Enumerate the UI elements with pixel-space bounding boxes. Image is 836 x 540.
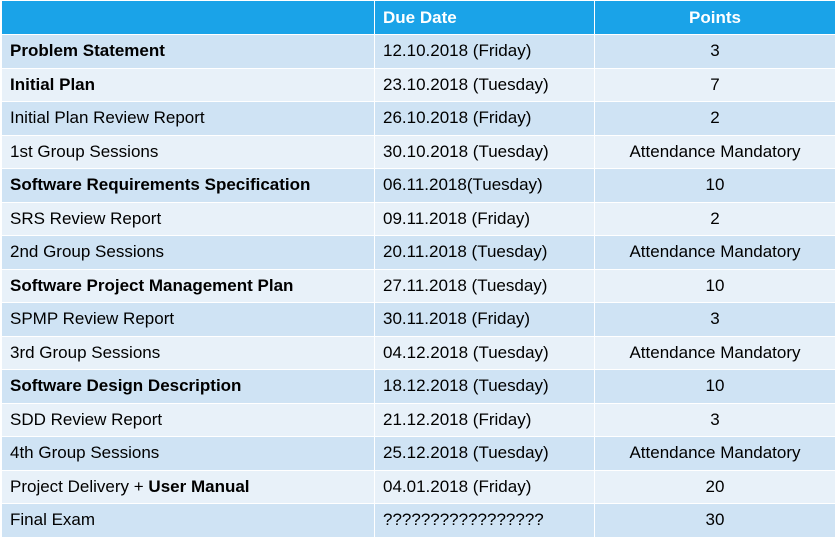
task-cell: Problem Statement — [1, 34, 375, 69]
points-cell: 20 — [594, 469, 836, 504]
header-task — [1, 0, 375, 35]
due-date-cell: 04.12.2018 (Tuesday) — [374, 335, 595, 370]
task-cell: Project Delivery + User Manual — [1, 469, 375, 504]
task-cell: Final Exam — [1, 503, 375, 538]
task-cell: 3rd Group Sessions — [1, 335, 375, 370]
table-row: Software Requirements Specification 06.1… — [1, 168, 836, 203]
points-cell: 2 — [594, 201, 836, 236]
task-cell: 1st Group Sessions — [1, 134, 375, 169]
points-cell: 7 — [594, 67, 836, 102]
points-cell: 3 — [594, 402, 836, 437]
task-cell: Software Design Description — [1, 369, 375, 404]
table-row: Initial Plan Review Report 26.10.2018 (F… — [1, 101, 836, 136]
due-date-cell: 27.11.2018 (Tuesday) — [374, 268, 595, 303]
points-cell: 30 — [594, 503, 836, 538]
table-row: Initial Plan 23.10.2018 (Tuesday) 7 — [1, 67, 836, 102]
due-date-cell: 30.11.2018 (Friday) — [374, 302, 595, 337]
task-bold-part: User Manual — [148, 476, 250, 496]
points-cell: 3 — [594, 302, 836, 337]
due-date-cell: 09.11.2018 (Friday) — [374, 201, 595, 236]
points-cell: Attendance Mandatory — [594, 335, 836, 370]
table-row: Problem Statement 12.10.2018 (Friday) 3 — [1, 34, 836, 69]
due-date-cell: ????????????????? — [374, 503, 595, 538]
task-cell: Software Requirements Specification — [1, 168, 375, 203]
table-row: 4th Group Sessions 25.12.2018 (Tuesday) … — [1, 436, 836, 471]
schedule-table: Due Date Points Problem Statement 12.10.… — [1, 0, 836, 538]
points-cell: 2 — [594, 101, 836, 136]
task-cell: Initial Plan — [1, 67, 375, 102]
task-cell: 2nd Group Sessions — [1, 235, 375, 270]
due-date-cell: 18.12.2018 (Tuesday) — [374, 369, 595, 404]
table-row: 3rd Group Sessions 04.12.2018 (Tuesday) … — [1, 335, 836, 370]
table-row: Software Project Management Plan 27.11.2… — [1, 268, 836, 303]
due-date-cell: 04.01.2018 (Friday) — [374, 469, 595, 504]
due-date-cell: 25.12.2018 (Tuesday) — [374, 436, 595, 471]
task-cell: SPMP Review Report — [1, 302, 375, 337]
table-body: Problem Statement 12.10.2018 (Friday) 3 … — [1, 34, 836, 538]
due-date-cell: 20.11.2018 (Tuesday) — [374, 235, 595, 270]
table-row: SDD Review Report 21.12.2018 (Friday) 3 — [1, 402, 836, 437]
task-cell: Initial Plan Review Report — [1, 101, 375, 136]
table-row: 2nd Group Sessions 20.11.2018 (Tuesday) … — [1, 235, 836, 270]
due-date-cell: 26.10.2018 (Friday) — [374, 101, 595, 136]
points-cell: 3 — [594, 34, 836, 69]
points-cell: Attendance Mandatory — [594, 134, 836, 169]
points-cell: 10 — [594, 369, 836, 404]
task-prefix: Project Delivery + — [10, 476, 149, 496]
due-date-cell: 23.10.2018 (Tuesday) — [374, 67, 595, 102]
due-date-cell: 30.10.2018 (Tuesday) — [374, 134, 595, 169]
points-cell: Attendance Mandatory — [594, 436, 836, 471]
header-due-date: Due Date — [374, 0, 595, 35]
due-date-cell: 06.11.2018(Tuesday) — [374, 168, 595, 203]
task-cell: SDD Review Report — [1, 402, 375, 437]
task-cell: Software Project Management Plan — [1, 268, 375, 303]
table-header: Due Date Points — [1, 0, 836, 35]
task-cell: 4th Group Sessions — [1, 436, 375, 471]
due-date-cell: 21.12.2018 (Friday) — [374, 402, 595, 437]
header-points: Points — [594, 0, 836, 35]
due-date-cell: 12.10.2018 (Friday) — [374, 34, 595, 69]
task-cell: SRS Review Report — [1, 201, 375, 236]
table-row: SPMP Review Report 30.11.2018 (Friday) 3 — [1, 302, 836, 337]
points-cell: Attendance Mandatory — [594, 235, 836, 270]
points-cell: 10 — [594, 168, 836, 203]
table-row: Final Exam ????????????????? 30 — [1, 503, 836, 538]
table-row: Software Design Description 18.12.2018 (… — [1, 369, 836, 404]
points-cell: 10 — [594, 268, 836, 303]
table-row: 1st Group Sessions 30.10.2018 (Tuesday) … — [1, 134, 836, 169]
table-row: SRS Review Report 09.11.2018 (Friday) 2 — [1, 201, 836, 236]
table-row: Project Delivery + User Manual 04.01.201… — [1, 469, 836, 504]
header-row: Due Date Points — [1, 0, 836, 35]
